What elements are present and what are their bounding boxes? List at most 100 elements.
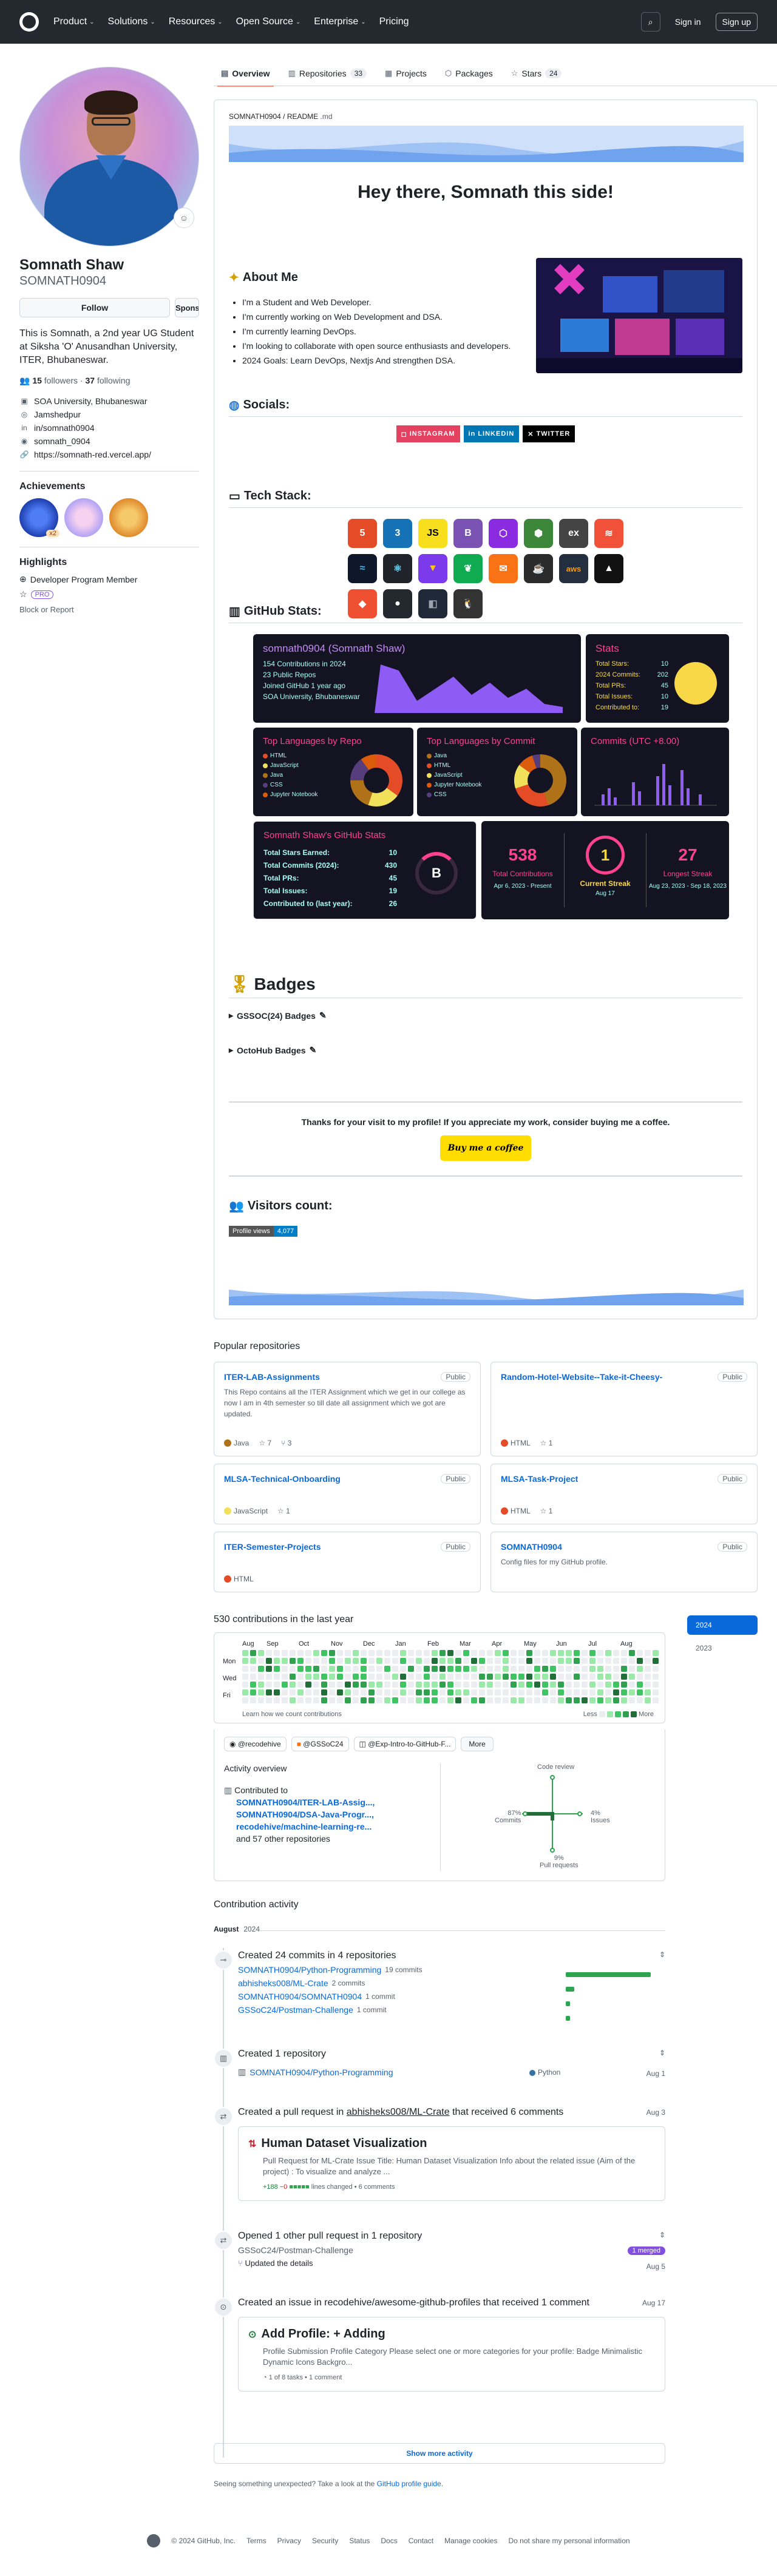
contribution-day-cell[interactable] xyxy=(242,1666,248,1672)
contribution-day-cell[interactable] xyxy=(574,1682,580,1688)
contribution-day-cell[interactable] xyxy=(329,1697,335,1703)
contribution-day-cell[interactable] xyxy=(439,1666,446,1672)
status-smiley-icon[interactable]: ☺ xyxy=(174,208,194,228)
contribution-day-cell[interactable] xyxy=(353,1689,359,1695)
linkedin-badge[interactable]: in LINKEDIN xyxy=(463,425,520,442)
footer-security-link[interactable]: Security xyxy=(312,2537,338,2545)
contribution-day-cell[interactable] xyxy=(282,1650,288,1656)
contribution-day-cell[interactable] xyxy=(258,1689,264,1695)
contribution-day-cell[interactable] xyxy=(582,1682,588,1688)
contribution-day-cell[interactable] xyxy=(361,1674,367,1680)
contribution-day-cell[interactable] xyxy=(321,1682,327,1688)
contribution-day-cell[interactable] xyxy=(447,1658,453,1664)
contribution-day-cell[interactable] xyxy=(432,1689,438,1695)
contribution-day-cell[interactable] xyxy=(542,1658,548,1664)
contribution-day-cell[interactable] xyxy=(353,1658,359,1664)
profile-guide-link[interactable]: GitHub profile guide xyxy=(377,2480,441,2488)
contribution-day-cell[interactable] xyxy=(511,1666,517,1672)
contribution-day-cell[interactable] xyxy=(629,1689,635,1695)
contribution-day-cell[interactable] xyxy=(542,1666,548,1672)
contribution-day-cell[interactable] xyxy=(645,1674,651,1680)
contribution-day-cell[interactable] xyxy=(250,1650,256,1656)
created-repo-link[interactable]: SOMNATH0904/Python-Programming xyxy=(249,2067,393,2077)
contribution-day-cell[interactable] xyxy=(589,1658,595,1664)
contribution-day-cell[interactable] xyxy=(424,1697,430,1703)
contribution-day-cell[interactable] xyxy=(503,1697,509,1703)
star-icon[interactable]: ☆ 1 xyxy=(540,1439,553,1447)
contribution-day-cell[interactable] xyxy=(518,1650,524,1656)
contribution-day-cell[interactable] xyxy=(305,1658,311,1664)
contribution-day-cell[interactable] xyxy=(566,1650,572,1656)
nav-enterprise[interactable]: Enterprise ⌄ xyxy=(314,16,365,27)
contribution-day-cell[interactable] xyxy=(329,1674,335,1680)
contribution-day-cell[interactable] xyxy=(432,1682,438,1688)
contribution-day-cell[interactable] xyxy=(408,1689,414,1695)
contribution-day-cell[interactable] xyxy=(637,1650,643,1656)
star-icon[interactable]: ☆ 7 xyxy=(259,1439,271,1447)
contribution-day-cell[interactable] xyxy=(605,1666,611,1672)
contribution-day-cell[interactable] xyxy=(392,1689,398,1695)
contribution-day-cell[interactable] xyxy=(455,1666,461,1672)
contribution-day-cell[interactable] xyxy=(392,1666,398,1672)
contribution-day-cell[interactable] xyxy=(550,1682,556,1688)
contribution-day-cell[interactable] xyxy=(376,1658,382,1664)
following-link[interactable]: 37 following xyxy=(86,376,131,385)
footer-contact-link[interactable]: Contact xyxy=(409,2537,433,2545)
contribution-day-cell[interactable] xyxy=(353,1674,359,1680)
contribution-day-cell[interactable] xyxy=(637,1689,643,1695)
contribution-day-cell[interactable] xyxy=(574,1650,580,1656)
contribution-day-cell[interactable] xyxy=(566,1682,572,1688)
contribution-day-cell[interactable] xyxy=(345,1697,351,1703)
contribution-day-cell[interactable] xyxy=(266,1658,272,1664)
contribution-day-cell[interactable] xyxy=(282,1674,288,1680)
contribution-day-cell[interactable] xyxy=(250,1697,256,1703)
contribution-day-cell[interactable] xyxy=(471,1658,477,1664)
contribution-day-cell[interactable] xyxy=(290,1666,296,1672)
contribution-day-cell[interactable] xyxy=(503,1689,509,1695)
contribution-day-cell[interactable] xyxy=(250,1682,256,1688)
commit-repo-link[interactable]: GSSoC24/Postman-Challenge xyxy=(238,2005,353,2015)
contribution-day-cell[interactable] xyxy=(597,1666,603,1672)
contribution-day-cell[interactable] xyxy=(621,1674,627,1680)
contribution-day-cell[interactable] xyxy=(589,1689,595,1695)
contributed-repo-link[interactable]: SOMNATH0904/ITER-LAB-Assig..., xyxy=(236,1797,375,1807)
contribution-day-cell[interactable] xyxy=(392,1674,398,1680)
contribution-day-cell[interactable] xyxy=(313,1666,319,1672)
contribution-day-cell[interactable] xyxy=(597,1697,603,1703)
twitter-badge[interactable]: ✕ TWITTER xyxy=(523,425,575,442)
contribution-day-cell[interactable] xyxy=(550,1674,556,1680)
contribution-day-cell[interactable] xyxy=(511,1658,517,1664)
contribution-day-cell[interactable] xyxy=(589,1666,595,1672)
contribution-day-cell[interactable] xyxy=(297,1674,304,1680)
contribution-day-cell[interactable] xyxy=(582,1697,588,1703)
contribution-day-cell[interactable] xyxy=(242,1682,248,1688)
contribution-day-cell[interactable] xyxy=(345,1682,351,1688)
contribution-day-cell[interactable] xyxy=(597,1658,603,1664)
contribution-day-cell[interactable] xyxy=(534,1666,540,1672)
contribution-day-cell[interactable] xyxy=(463,1658,469,1664)
contribution-day-cell[interactable] xyxy=(345,1658,351,1664)
contribution-day-cell[interactable] xyxy=(645,1682,651,1688)
contribution-day-cell[interactable] xyxy=(558,1682,564,1688)
contribution-day-cell[interactable] xyxy=(384,1650,390,1656)
contribution-day-cell[interactable] xyxy=(518,1682,524,1688)
contribution-day-cell[interactable] xyxy=(447,1666,453,1672)
contribution-day-cell[interactable] xyxy=(266,1666,272,1672)
contribution-day-cell[interactable] xyxy=(305,1674,311,1680)
contribution-day-cell[interactable] xyxy=(526,1689,532,1695)
contribution-day-cell[interactable] xyxy=(290,1650,296,1656)
contribution-day-cell[interactable] xyxy=(542,1674,548,1680)
contribution-day-cell[interactable] xyxy=(321,1697,327,1703)
repo-link[interactable]: ITER-LAB-Assignments xyxy=(224,1372,320,1382)
contribution-day-cell[interactable] xyxy=(479,1682,485,1688)
contribution-day-cell[interactable] xyxy=(408,1682,414,1688)
contribution-day-cell[interactable] xyxy=(463,1682,469,1688)
contribution-day-cell[interactable] xyxy=(582,1666,588,1672)
contribution-day-cell[interactable] xyxy=(274,1674,280,1680)
linkedin-link[interactable]: in/somnath0904 xyxy=(34,421,95,434)
contribution-day-cell[interactable] xyxy=(250,1674,256,1680)
show-more-activity-button[interactable]: Show more activity xyxy=(214,2443,665,2464)
contribution-day-cell[interactable] xyxy=(368,1689,375,1695)
contribution-day-cell[interactable] xyxy=(653,1697,659,1703)
contribution-day-cell[interactable] xyxy=(653,1689,659,1695)
